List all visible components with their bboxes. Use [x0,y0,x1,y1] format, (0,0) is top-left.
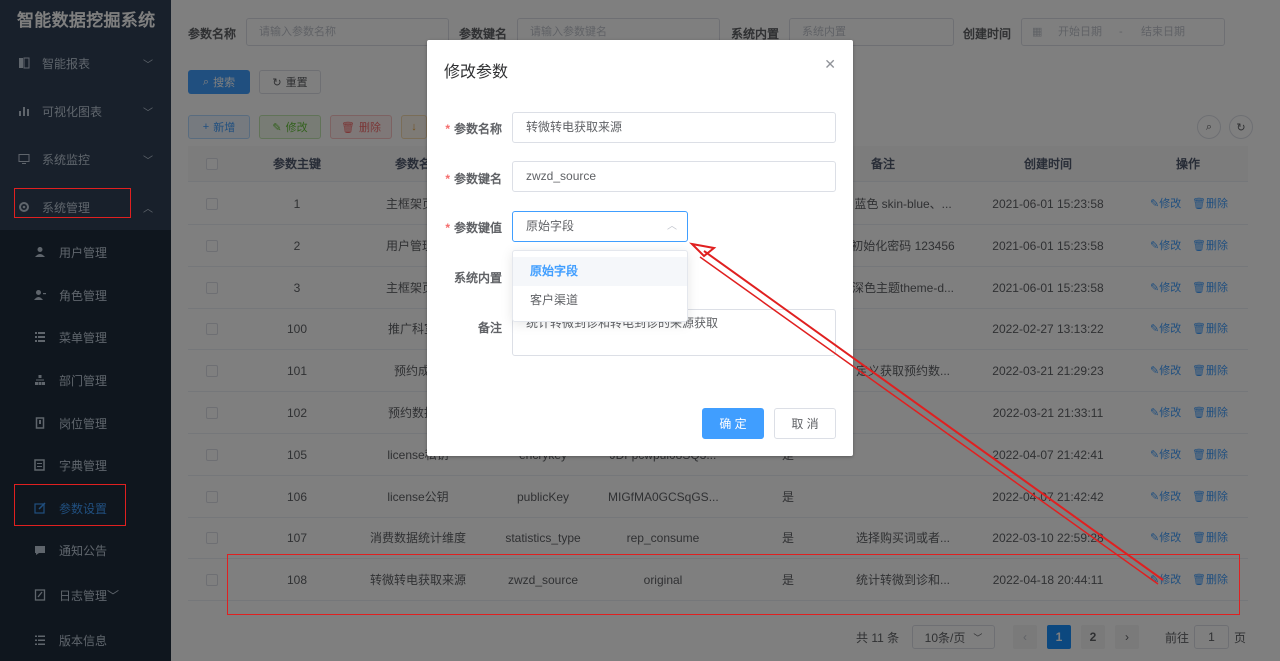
edit-param-dialog: 修改参数 ✕ * 参数名称 转微转电获取来源 * 参数键名 zwzd_source … [427,40,853,456]
chevron-up-icon: ︿ [667,221,677,232]
option-channel[interactable]: 客户渠道 [513,286,687,315]
dialog-title: 修改参数 [444,64,509,81]
param-value-selected: 原始字段 [526,219,575,233]
param-value-dropdown: 原始字段 客户渠道 [512,250,688,322]
annotation-box-system [14,188,131,218]
annotation-box-params [14,484,126,526]
close-icon[interactable]: ✕ [824,56,836,73]
field-builtin-label: 系统内置 [453,271,502,285]
field-name-label: * 参数名称 [445,122,502,136]
param-value-select[interactable]: 原始字段 ︿ [512,211,688,242]
option-original[interactable]: 原始字段 [513,257,687,286]
field-value-label: * 参数键值 [445,221,502,235]
param-name-input[interactable]: 转微转电获取来源 [512,112,836,143]
annotation-box-row [227,554,1240,615]
field-key-label: * 参数键名 [445,172,502,186]
field-remark-label: 备注 [477,321,502,335]
cancel-button[interactable]: 取 消 [774,408,836,439]
param-key-input[interactable]: zwzd_source [512,161,836,192]
confirm-button[interactable]: 确 定 [702,408,764,439]
